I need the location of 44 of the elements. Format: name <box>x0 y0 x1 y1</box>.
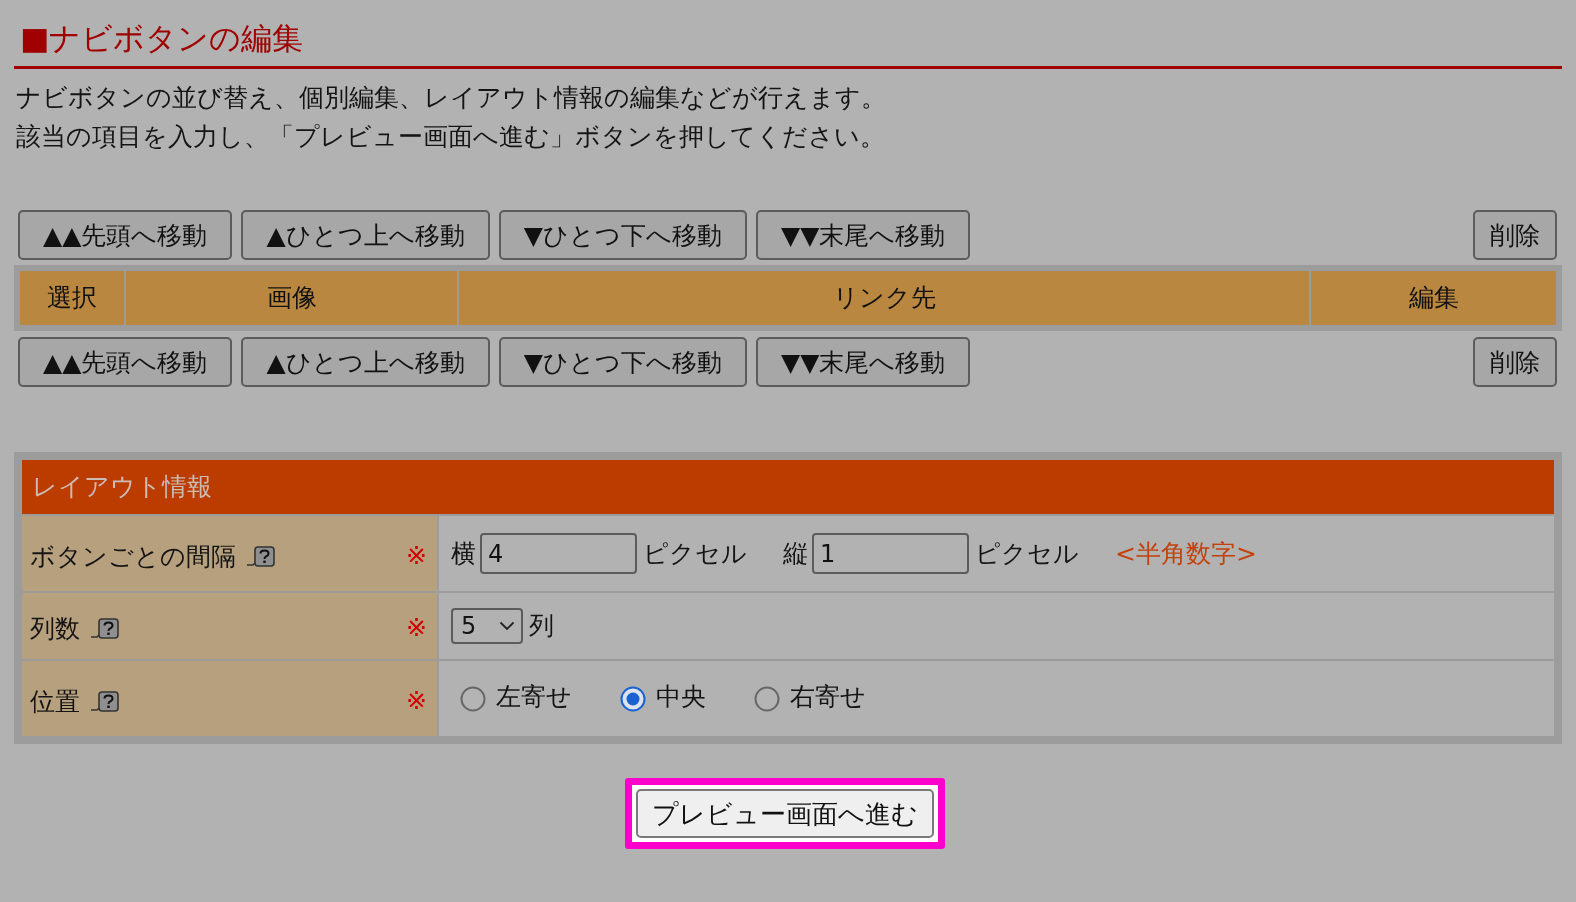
move-button[interactable]: ▼▼末尾へ移動 <box>755 210 971 260</box>
field-label: ボタンごとの間隔 <box>30 540 236 573</box>
radio-button[interactable] <box>754 685 780 712</box>
description-text: ナビボタンの並び替え、個別編集、レイアウト情報の編集などが行えます。 <box>16 82 886 114</box>
field-label: 位置 <box>30 685 80 718</box>
required-mark: ※ <box>406 612 427 645</box>
table-header-cell: リンク先 <box>459 271 1309 325</box>
description-text: 該当の項目を入力し、「プレビュー画面へ進む」ボタンを押してください。 <box>16 121 885 153</box>
radio-label: 右寄せ <box>790 680 866 713</box>
axis-label: 横 <box>451 537 476 570</box>
axis-label: 縦 <box>783 537 808 570</box>
table-header-cell: 選択 <box>20 271 124 325</box>
radio-button[interactable] <box>460 685 486 712</box>
delete-button[interactable]: 削除 <box>1473 337 1557 387</box>
unit-label: ピクセル <box>975 537 1079 570</box>
required-mark: ※ <box>406 539 427 572</box>
required-mark: ※ <box>406 684 427 717</box>
table-header-cell: 画像 <box>126 271 457 325</box>
number-input-field[interactable]: 1 <box>812 533 969 574</box>
unit-label: 列 <box>529 610 554 643</box>
unit-label: ピクセル <box>643 537 747 570</box>
move-button[interactable]: ▲▲先頭へ移動 <box>18 337 233 387</box>
move-button[interactable]: ▼ひとつ下へ移動 <box>498 210 747 260</box>
field-label: 列数 <box>30 613 80 646</box>
radio-label: 中央 <box>656 680 706 713</box>
move-button[interactable]: ▼▼末尾へ移動 <box>755 337 971 387</box>
move-button[interactable]: ▼ひとつ下へ移動 <box>498 337 747 387</box>
number-input-field[interactable]: 4 <box>480 533 637 574</box>
preview-button[interactable]: プレビュー画面へ進む <box>636 789 934 838</box>
hint-text: <半角数字> <box>1115 537 1257 570</box>
chevron-down-icon <box>499 621 515 631</box>
select-field[interactable]: 5 <box>451 608 523 644</box>
move-button[interactable]: ▲ひとつ上へ移動 <box>241 337 490 387</box>
table-header-cell: 編集 <box>1311 271 1556 325</box>
radio-label: 左寄せ <box>496 680 572 713</box>
radio-button[interactable] <box>620 685 646 712</box>
panel-title: レイアウト情報 <box>32 471 212 504</box>
question-box-icon[interactable] <box>90 690 120 713</box>
question-box-icon[interactable] <box>90 618 120 640</box>
move-button[interactable]: ▲ひとつ上へ移動 <box>241 210 490 260</box>
move-button[interactable]: ▲▲先頭へ移動 <box>18 210 233 260</box>
question-box-icon[interactable] <box>246 545 276 568</box>
page-title: ■ナビボタンの編集 <box>20 19 304 58</box>
delete-button[interactable]: 削除 <box>1473 210 1557 260</box>
